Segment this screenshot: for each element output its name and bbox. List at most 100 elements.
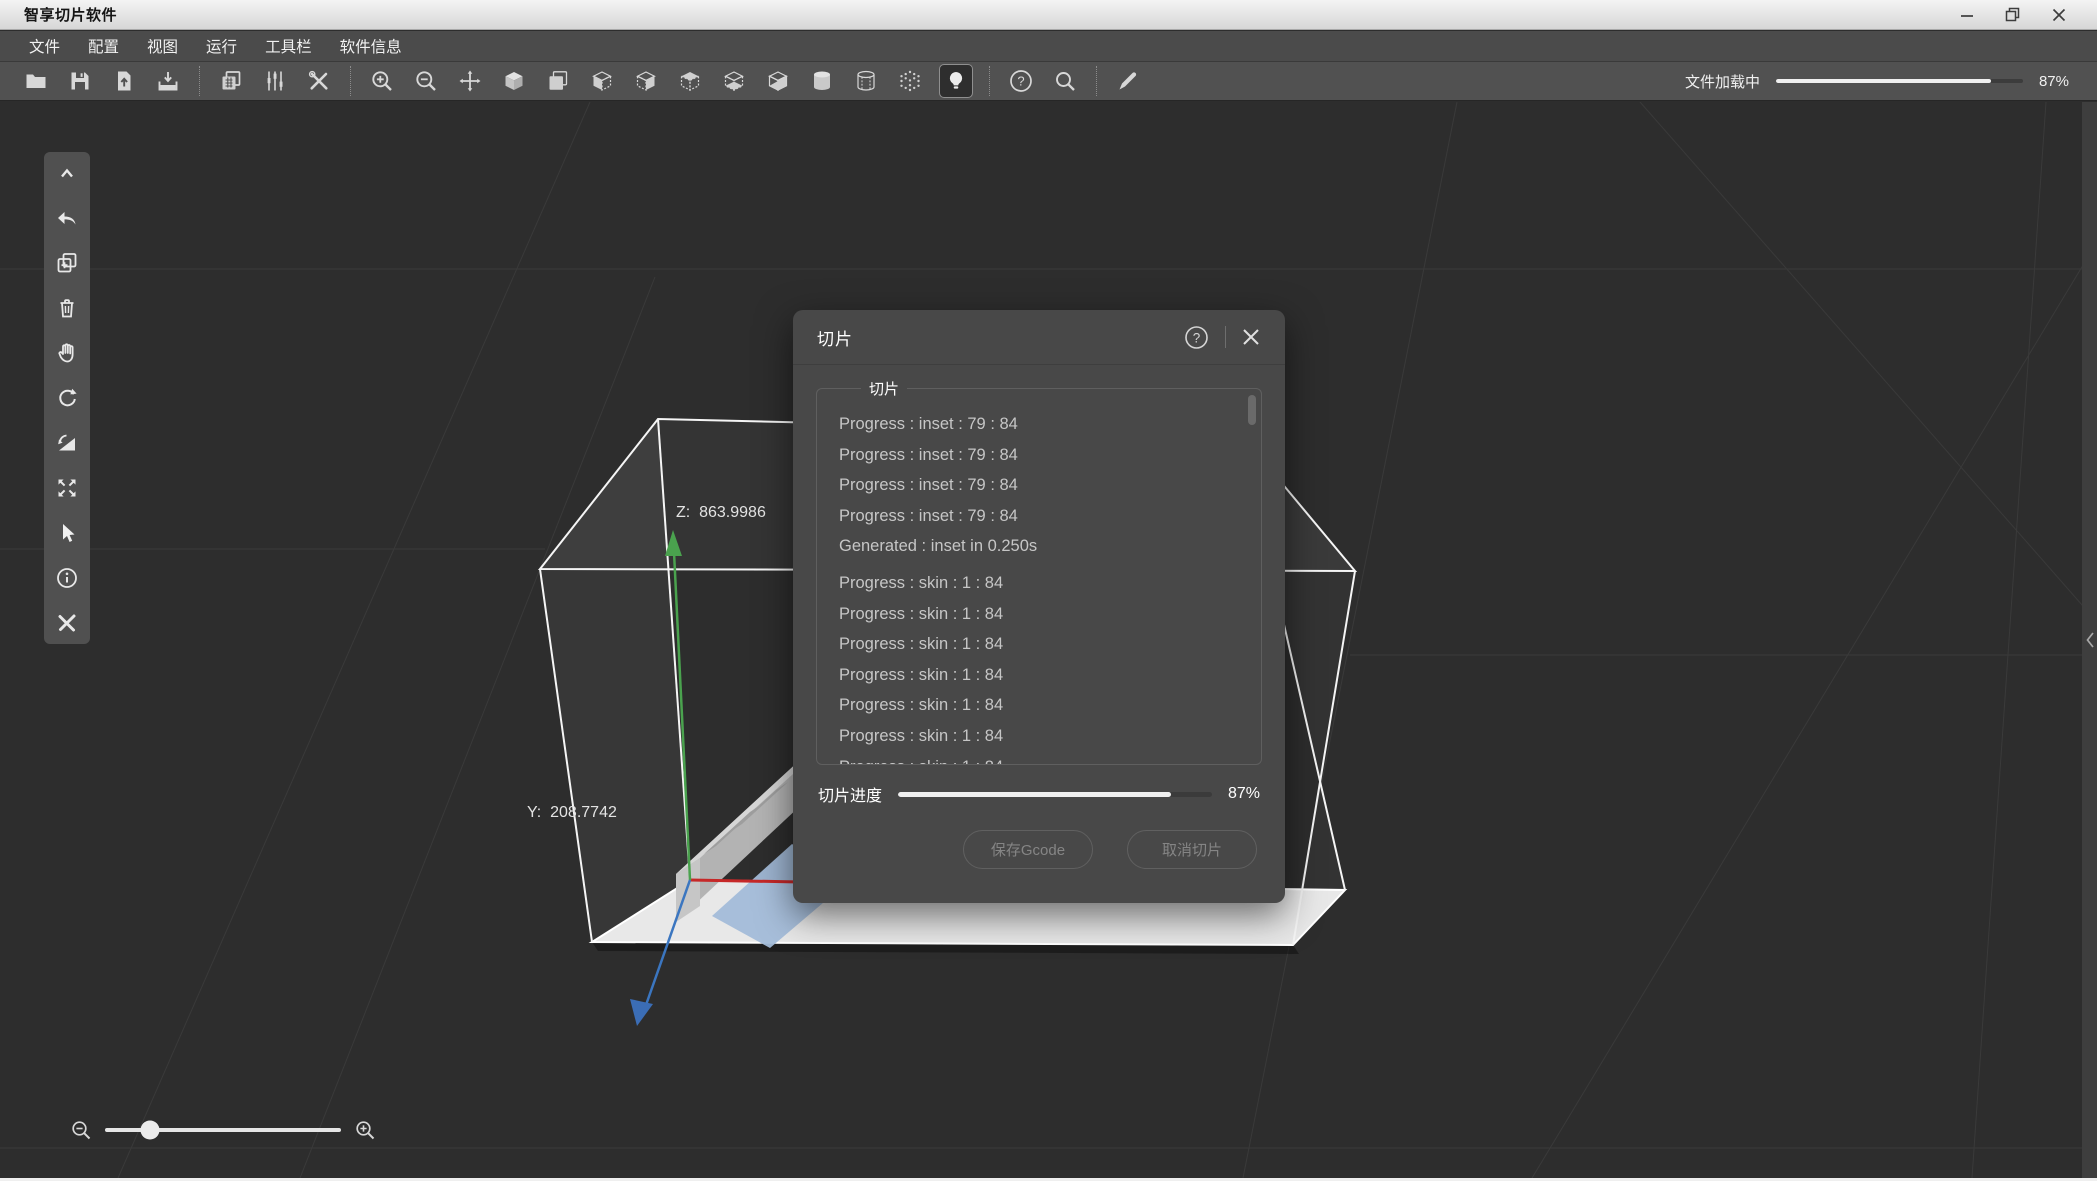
- chevron-up-icon: [55, 161, 79, 185]
- view-bottom-button[interactable]: [719, 65, 749, 97]
- menu-item[interactable]: 文件: [29, 35, 60, 57]
- repair-model-button[interactable]: [54, 611, 80, 635]
- model-info-button[interactable]: [54, 566, 80, 590]
- view-top-button[interactable]: [675, 65, 705, 97]
- search-button[interactable]: [1050, 65, 1080, 97]
- file-loading-cluster: 文件加载中 87%: [1685, 71, 2097, 92]
- lay-flat-button[interactable]: [54, 431, 80, 455]
- close-button[interactable]: [2045, 4, 2073, 26]
- z-axis-label: Z: 863.9986: [676, 504, 766, 522]
- open-file-button[interactable]: [21, 65, 51, 97]
- parameter-settings-button[interactable]: [260, 65, 290, 97]
- cancel-slice-button[interactable]: 取消切片: [1127, 830, 1257, 869]
- clone-plate-button[interactable]: [216, 65, 246, 97]
- toolbar-separator: [199, 66, 200, 96]
- menu-item[interactable]: 视图: [147, 35, 178, 57]
- view-right-button[interactable]: [631, 65, 661, 97]
- restore-button[interactable]: [1999, 4, 2027, 26]
- slice-progress-row: 切片进度 87%: [818, 782, 1260, 806]
- scale-model-button[interactable]: [54, 476, 80, 500]
- log-line: Progress : skin : 1 : 84: [839, 629, 1241, 660]
- zoom-in-button[interactable]: [367, 65, 397, 97]
- help-icon: ?: [1008, 68, 1034, 94]
- file-loading-percent: 87%: [2039, 73, 2069, 90]
- toolbar-separator: [350, 66, 351, 96]
- log-scrollbar-thumb[interactable]: [1248, 395, 1256, 425]
- duplicate-model-button[interactable]: [54, 251, 80, 275]
- zoom-out-button[interactable]: [411, 65, 441, 97]
- slice-log-list[interactable]: Progress : inset : 79 : 84Progress : ins…: [817, 389, 1261, 764]
- scale-icon: [55, 476, 79, 500]
- right-panel-toggle[interactable]: [2082, 102, 2097, 1178]
- light-preview-button[interactable]: [939, 64, 973, 98]
- view-solid-icon: [502, 69, 526, 93]
- lay-flat-icon: [55, 431, 79, 455]
- save-file-icon: [68, 69, 92, 93]
- hand-icon: [55, 341, 79, 365]
- toolbar: ? 文件加载中 87%: [0, 62, 2097, 101]
- dialog-header: 切片 ?: [793, 310, 1285, 365]
- trash-icon: [55, 296, 79, 320]
- repair-tools-icon: [55, 611, 79, 635]
- log-line: Progress : inset : 79 : 84: [839, 440, 1241, 471]
- duplicate-icon: [55, 251, 79, 275]
- menu-item[interactable]: 软件信息: [340, 35, 402, 57]
- clone-plate-icon: [219, 69, 243, 93]
- minimize-button[interactable]: [1953, 4, 1981, 26]
- undo-button[interactable]: [54, 206, 80, 230]
- view-cylinder-solid-button[interactable]: [807, 65, 837, 97]
- view-section-button[interactable]: [763, 65, 793, 97]
- menu-item[interactable]: 配置: [88, 35, 119, 57]
- file-loading-label: 文件加载中: [1685, 71, 1760, 92]
- view-point-cloud-icon: [898, 69, 922, 93]
- machine-tools-button[interactable]: [304, 65, 334, 97]
- view-cylinder-wireframe-icon: [854, 69, 878, 93]
- window-controls: [1953, 4, 2087, 26]
- log-line: Progress : skin : 1 : 84: [839, 599, 1241, 630]
- menubar: 文件 配置 视图 运行 工具栏 软件信息: [0, 31, 2097, 62]
- slice-log-group: 切片 Progress : inset : 79 : 84Progress : …: [816, 388, 1262, 765]
- light-preview-icon: [944, 69, 968, 93]
- view-cylinder-wireframe-button[interactable]: [851, 65, 881, 97]
- minimize-icon: [1959, 7, 1975, 23]
- log-line: Progress : skin : 1 : 84: [839, 721, 1241, 752]
- save-gcode-button[interactable]: 保存Gcode: [963, 830, 1093, 869]
- export-model-button[interactable]: [153, 65, 183, 97]
- dialog-help-icon[interactable]: ?: [1183, 324, 1210, 351]
- info-icon: [55, 566, 79, 590]
- view-left-icon: [590, 69, 614, 93]
- titlebar: 智享切片软件: [0, 0, 2097, 30]
- dialog-close-icon[interactable]: [1241, 327, 1261, 347]
- log-line: Progress : skin : 1 : 84: [839, 568, 1241, 599]
- zoom-slider[interactable]: [105, 1128, 341, 1132]
- log-line: Progress : inset : 79 : 84: [839, 409, 1241, 440]
- view-point-cloud-button[interactable]: [895, 65, 925, 97]
- zoom-in-small-icon[interactable]: [354, 1119, 376, 1141]
- collapse-panel-button[interactable]: [54, 161, 80, 185]
- delete-model-button[interactable]: [54, 296, 80, 320]
- zoom-slider-handle[interactable]: [140, 1121, 159, 1140]
- zoom-in-icon: [370, 69, 394, 93]
- import-model-button[interactable]: [109, 65, 139, 97]
- measure-pen-button[interactable]: [1113, 65, 1143, 97]
- help-button[interactable]: ?: [1006, 65, 1036, 97]
- zoom-out-small-icon[interactable]: [70, 1119, 92, 1141]
- cursor-icon: [55, 521, 79, 545]
- menu-item[interactable]: 运行: [206, 35, 237, 57]
- view-front-button[interactable]: [543, 65, 573, 97]
- move-view-button[interactable]: [455, 65, 485, 97]
- select-model-button[interactable]: [54, 521, 80, 545]
- file-loading-fill: [1776, 79, 1991, 83]
- zoom-out-icon: [414, 69, 438, 93]
- view-left-button[interactable]: [587, 65, 617, 97]
- zoom-control: [70, 1115, 376, 1145]
- slice-progress-label: 切片进度: [818, 782, 882, 806]
- view-solid-button[interactable]: [499, 65, 529, 97]
- save-file-button[interactable]: [65, 65, 95, 97]
- menu-item[interactable]: 工具栏: [265, 35, 312, 57]
- rotate-model-button[interactable]: [54, 386, 80, 410]
- log-line: Progress : skin : 1 : 84: [839, 690, 1241, 721]
- y-axis-label: Y: 208.7742: [527, 804, 617, 822]
- pan-view-button[interactable]: [54, 341, 80, 365]
- rotate-icon: [55, 386, 79, 410]
